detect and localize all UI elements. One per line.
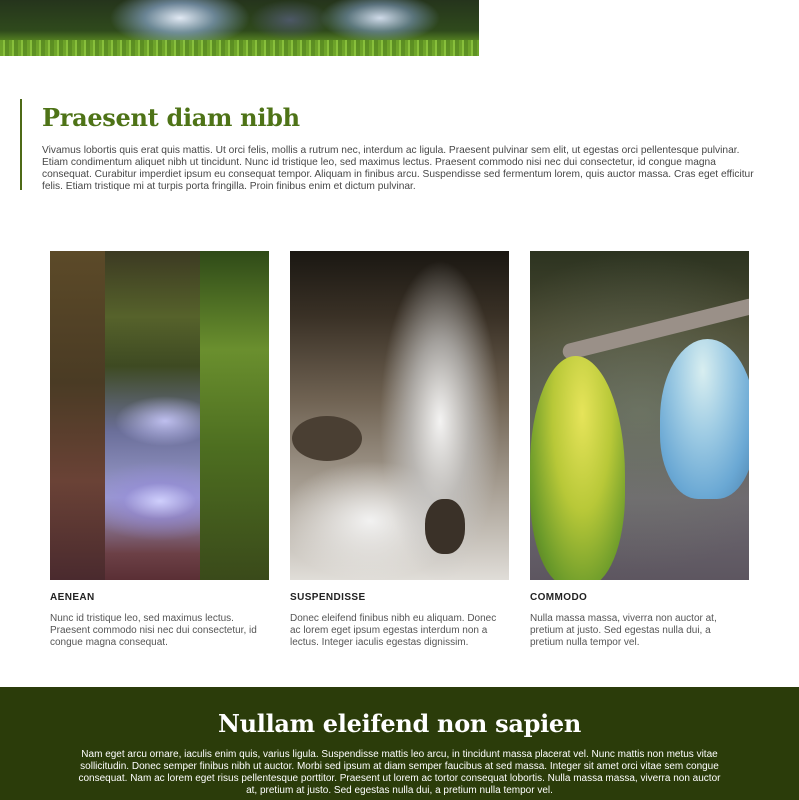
card-suspendisse: SUSPENDISSE Donec eleifend finibus nibh … — [290, 251, 510, 649]
card-body: Nunc id tristique leo, sed maximus lectu… — [50, 613, 257, 648]
card-title: COMMODO — [530, 592, 588, 603]
blue-parrot-shape — [660, 339, 749, 499]
waterfall-rocks-image — [290, 251, 509, 580]
card-body: Donec eleifend finibus nibh eu aliquam. … — [290, 613, 497, 648]
yellow-parrot-shape — [530, 356, 625, 580]
footer-band: Nullam eleifend non sapien Nam eget arcu… — [0, 687, 799, 800]
hero-grass — [0, 40, 479, 56]
intro-section: Praesent diam nibh Vivamus lobortis quis… — [20, 99, 780, 192]
hero-waterfall-image — [0, 0, 479, 56]
card-aenean: AENEAN Nunc id tristique leo, sed maximu… — [50, 251, 270, 649]
card-title: AENEAN — [50, 592, 95, 603]
footer-title: Nullam eleifend non sapien — [217, 709, 582, 738]
card-body: Nulla massa massa, viverra non auctor at… — [530, 613, 717, 648]
footer-body: Nam eget arcu ornare, iaculis enim quis,… — [78, 749, 721, 796]
parrots-image — [530, 251, 749, 580]
card-title: SUSPENDISSE — [290, 592, 366, 603]
card-grid: AENEAN Nunc id tristique leo, sed maximu… — [50, 251, 750, 651]
card-commodo: COMMODO Nulla massa massa, viverra non a… — [530, 251, 750, 649]
intro-title: Praesent diam nibh — [42, 103, 300, 132]
waterfall-stairs-image — [50, 251, 269, 580]
intro-body: Vivamus lobortis quis erat quis mattis. … — [42, 145, 754, 192]
